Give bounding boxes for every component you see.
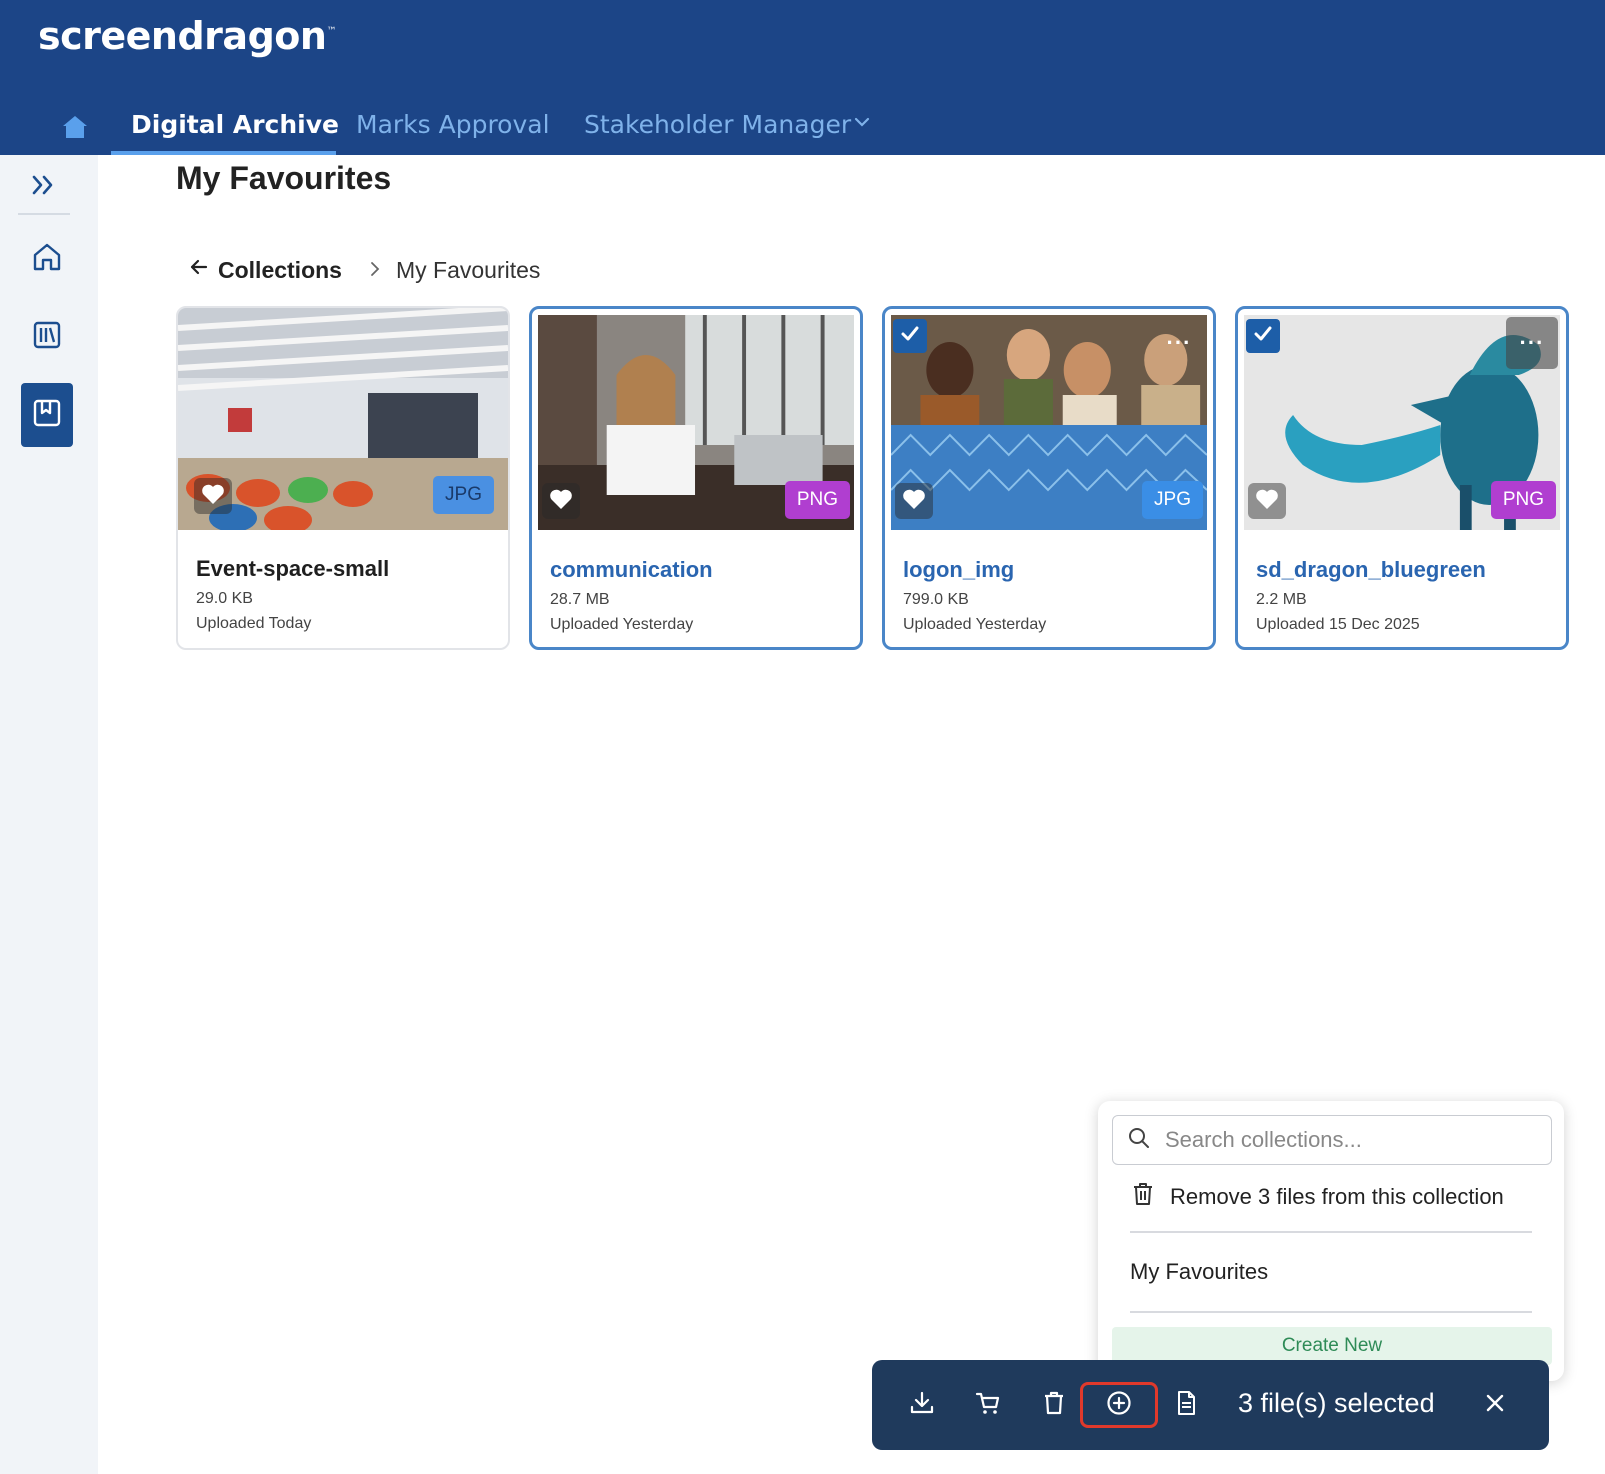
- asset-size: 28.7 MB: [550, 591, 610, 608]
- tab-digital-archive[interactable]: Digital Archive: [131, 110, 339, 139]
- ellipsis-icon: ···: [1166, 330, 1192, 355]
- tab-stakeholder-manager[interactable]: Stakeholder Manager: [584, 110, 851, 139]
- asset-upload-date: Uploaded 15 Dec 2025: [1256, 616, 1420, 633]
- document-icon: [1172, 1389, 1200, 1422]
- asset-name[interactable]: sd_dragon_bluegreen: [1256, 557, 1486, 583]
- main-nav: Digital Archive Marks Approval Stakehold…: [0, 100, 1605, 155]
- cart-icon: [974, 1389, 1002, 1422]
- collection-popover: Remove 3 files from this collection My F…: [1098, 1101, 1564, 1381]
- breadcrumb-collections-label: Collections: [218, 256, 342, 283]
- heart-icon: [549, 488, 573, 515]
- asset-upload-date: Uploaded Yesterday: [550, 616, 694, 633]
- home-icon: [31, 241, 63, 278]
- asset-name[interactable]: communication: [550, 557, 713, 583]
- asset-upload-date: Uploaded Yesterday: [903, 616, 1047, 633]
- favourite-button[interactable]: [542, 483, 580, 519]
- asset-card[interactable]: JPG Event-space-small 29.0 KB Uploaded T…: [176, 306, 510, 650]
- sidebar-item-collections[interactable]: [21, 383, 73, 447]
- collection-item[interactable]: My Favourites: [1130, 1259, 1268, 1285]
- asset-size: 2.2 MB: [1256, 591, 1307, 608]
- asset-size: 799.0 KB: [903, 591, 969, 608]
- add-to-collection-button[interactable]: [1080, 1382, 1158, 1428]
- home-icon[interactable]: [60, 112, 90, 142]
- more-options-button[interactable]: ···: [1153, 317, 1205, 369]
- selection-action-bar: 3 file(s) selected: [872, 1360, 1549, 1450]
- add-to-collection-icon: [1105, 1389, 1133, 1422]
- file-type-badge: PNG: [784, 481, 850, 519]
- remove-from-collection-button[interactable]: Remove 3 files from this collection: [1130, 1179, 1504, 1215]
- favourite-button[interactable]: [895, 483, 933, 519]
- tab-marks-approval[interactable]: Marks Approval: [356, 110, 550, 139]
- asset-name[interactable]: Event-space-small: [196, 556, 389, 582]
- asset-name[interactable]: logon_img: [903, 557, 1014, 583]
- heart-icon: [902, 488, 926, 515]
- favourite-button[interactable]: [1248, 483, 1286, 519]
- chevron-right-icon: [368, 257, 382, 284]
- delete-button[interactable]: [1028, 1382, 1080, 1428]
- library-icon: [31, 319, 63, 356]
- document-button[interactable]: [1160, 1382, 1212, 1428]
- download-button[interactable]: [896, 1382, 948, 1428]
- remove-label: Remove 3 files from this collection: [1170, 1184, 1504, 1209]
- trash-icon: [1130, 1181, 1170, 1213]
- collection-search[interactable]: [1112, 1115, 1552, 1165]
- breadcrumb: Collections My Favourites: [188, 255, 540, 285]
- download-icon: [908, 1389, 936, 1422]
- heart-icon: [1255, 488, 1279, 515]
- divider: [1130, 1231, 1532, 1233]
- app-logo[interactable]: screendragon™: [38, 14, 336, 58]
- asset-card[interactable]: PNG communication 28.7 MB Uploaded Yeste…: [529, 306, 863, 650]
- file-type-badge: JPG: [433, 476, 494, 514]
- checkmark-icon: [1252, 323, 1274, 350]
- active-tab-indicator: [111, 151, 336, 155]
- collections-icon: [31, 397, 63, 434]
- heart-icon: [201, 483, 225, 510]
- favourite-button[interactable]: [194, 478, 232, 514]
- sidebar-item-library[interactable]: [21, 305, 73, 369]
- asset-size: 29.0 KB: [196, 590, 253, 607]
- divider: [1130, 1311, 1532, 1313]
- file-type-badge: JPG: [1142, 481, 1203, 519]
- close-icon[interactable]: [1480, 1388, 1510, 1418]
- breadcrumb-current: My Favourites: [395, 256, 541, 283]
- asset-card[interactable]: ··· PNG sd_dragon_bluegreen 2.2 MB Uploa…: [1235, 306, 1569, 650]
- asset-upload-date: Uploaded Today: [196, 615, 312, 632]
- search-icon: [1113, 1126, 1151, 1155]
- asset-card[interactable]: ··· JPG logon_img 799.0 KB Uploaded Yest…: [882, 306, 1216, 650]
- sidebar-divider: [18, 213, 70, 215]
- page-title: My Favourites: [176, 160, 392, 196]
- chevron-down-icon[interactable]: [852, 112, 872, 132]
- left-sidebar: [0, 155, 98, 1474]
- add-to-cart-button[interactable]: [962, 1382, 1014, 1428]
- more-options-button[interactable]: ···: [1506, 317, 1558, 369]
- select-checkbox[interactable]: [1246, 319, 1280, 353]
- ellipsis-icon: ···: [1519, 330, 1545, 355]
- select-checkbox[interactable]: [893, 319, 927, 353]
- checkmark-icon: [899, 323, 921, 350]
- selection-count: 3 file(s) selected: [1238, 1388, 1435, 1418]
- top-header: screendragon™ Digital Archive Marks Appr…: [0, 0, 1605, 155]
- trash-icon: [1040, 1389, 1068, 1422]
- expand-icon[interactable]: [24, 165, 64, 205]
- file-type-badge: PNG: [1490, 481, 1556, 519]
- arrow-left-icon: [188, 256, 210, 284]
- sidebar-item-home[interactable]: [21, 227, 73, 291]
- search-input[interactable]: [1163, 1126, 1527, 1154]
- breadcrumb-back-link[interactable]: Collections: [188, 256, 342, 284]
